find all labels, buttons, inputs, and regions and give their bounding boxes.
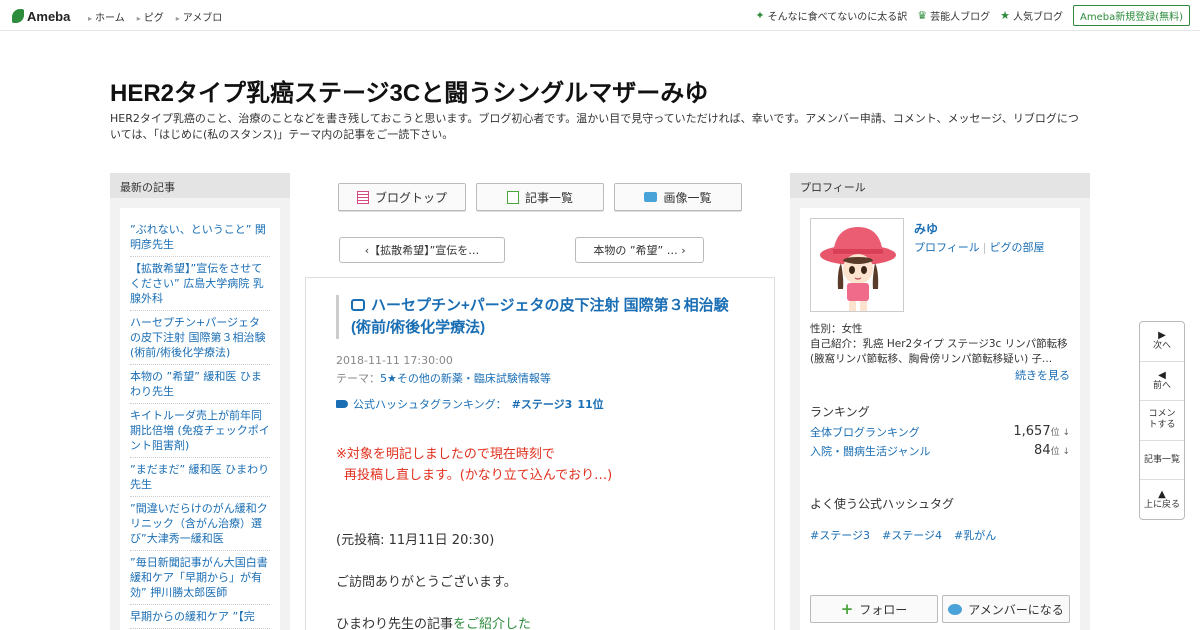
list-item[interactable]: 【拡散希望】”宣伝をさせてください” 広島大学病院 乳腺外科 [130,257,270,311]
profile-info: 性別：女性 自己紹介：乳癌 Her2タイプ ステージ3c リンパ節転移 (腋窩リ… [810,322,1070,367]
arrow-up-icon: ▲ [1158,489,1166,501]
nav-pigg[interactable]: ピグ [137,9,164,24]
profile-heading: プロフィール [790,173,1090,198]
hashtag-heading: よく使う公式ハッシュタグ [810,497,955,511]
intro-link[interactable]: をご紹介した [453,617,531,630]
article-list-icon [506,190,519,204]
article: ハーセプチン+パージェタの皮下注射 国際第３相治験(術前/術後化学療法) 201… [305,277,775,630]
nav-ameblo[interactable]: アメブロ [176,9,223,24]
blog-title[interactable]: HER2タイプ乳癌ステージ3Cと闘うシングルマザーみゆ [110,73,708,108]
theme-link[interactable]: 5★その他の新薬・臨床試験情報等 [380,372,551,385]
header-link-diet[interactable]: ✦ そんなに食べてないのに太る訳 [755,8,907,23]
ameba-logo[interactable]: Ameba [12,6,70,26]
latest-articles-list: ”ぶれない、ということ” 関明彦先生 【拡散希望】”宣伝をさせてください” 広島… [120,208,280,630]
list-item[interactable]: 本物の ”希望” 緩和医 ひまわり先生 [130,365,270,404]
follow-button[interactable]: + フォロー [810,595,938,623]
ranking-row: 入院・闘病生活ジャンル 84位 ↓ [810,443,1070,459]
ranking-row: 全体ブログランキング 1,657位 ↓ [810,424,1070,440]
prev-button[interactable]: ◀ 前へ [1140,362,1184,402]
next-article-button[interactable]: 本物の ”希望” … › [575,237,704,263]
ranking-value: 1,657 [1013,424,1051,439]
hashtag-list: #ステージ3 #ステージ4 #乳がん [810,527,996,543]
arrow-right-icon: ▶ [1158,330,1166,342]
prev-article-button[interactable]: ‹【拡散希望】”宣伝を… [339,237,505,263]
sparkle-icon: ✦ [755,9,765,22]
pigg-room-link[interactable]: ピグの部屋 [990,241,1045,254]
tab-blog-top[interactable]: ブログトップ [338,183,466,211]
chat-bubble-icon [948,603,963,615]
nav-home[interactable]: ホーム [88,9,125,24]
crown-icon: ♛ [917,9,928,22]
hashtag-ranking[interactable]: 公式ハッシュタグランキング： #ステージ3 11位 [336,396,604,412]
intro-text: ひまわり先生の記事をご紹介した [336,617,532,630]
global-header: Ameba ホーム ピグ アメブロ ✦ そんなに食べてないのに太る訳 ♛ 芸能人… [0,0,1200,31]
star-icon: ★ [1000,9,1010,22]
next-button[interactable]: ▶ 次へ [1140,322,1184,362]
hashtag-item[interactable]: #乳がん [954,527,996,543]
article-title[interactable]: ハーセプチン+パージェタの皮下注射 国際第３相治験(術前/術後化学療法) [336,295,736,339]
list-item[interactable]: ”間違いだらけのがん緩和クリニック（含がん治療）選び”大津秀一緩和医 [130,497,270,551]
original-post-time: (元投稿: 11月11日 20:30) [336,533,495,548]
tab-image-list[interactable]: 画像一覧 [614,183,742,211]
avatar[interactable] [810,218,904,312]
register-button[interactable]: Ameba新規登録(無料) [1072,5,1190,26]
list-item[interactable]: ハーセプチン+パージェタの皮下注射 国際第３相治験(術前/術後化学療法) [130,311,270,365]
image-list-icon [644,192,658,202]
read-more-link[interactable]: 続きを見る [1015,367,1070,383]
ameba-leaf-icon [12,9,24,23]
tab-article-list[interactable]: 記事一覧 [476,183,604,211]
article-list-button[interactable]: 記事一覧 [1140,441,1184,481]
profile-link[interactable]: プロフィール [914,241,980,254]
comment-button[interactable]: コメントする [1140,401,1184,441]
tag-icon [336,400,348,408]
header-link-celebrity[interactable]: ♛ 芸能人ブログ [917,8,990,23]
profile-links: プロフィール | ピグの部屋 [914,241,1045,254]
profile-gender: 性別：女性 [810,323,863,335]
logo-text: Ameba [27,8,71,24]
floating-nav: ▶ 次へ ◀ 前へ コメントする 記事一覧 ▲ 上に戻る [1139,321,1185,520]
plus-icon: + [840,600,854,618]
avatar-illustration [820,227,896,311]
profile-name[interactable]: みゆ [914,220,938,237]
article-theme: テーマ：5★その他の新薬・臨床試験情報等 [336,372,551,385]
ranking-value: 84 [1034,443,1051,458]
ranking-heading: ランキング [810,405,870,419]
profile-bio: 自己紹介：乳癌 Her2タイプ ステージ3c リンパ節転移 (腋窩リンパ節転移、… [810,338,1068,365]
hashtag-rank: 11位 [577,398,604,411]
header-link-popular[interactable]: ★ 人気ブログ [1000,8,1063,23]
greeting-text: ご訪問ありがとうございます。 [336,575,517,590]
overall-ranking-link[interactable]: 全体ブログランキング [810,424,920,440]
list-item[interactable]: 早期からの緩和ケア ”【完 [130,605,270,629]
article-date: 2018-11-11 17:30:00 [336,354,453,367]
profile-box: みゆ プロフィール | ピグの部屋 性別：女性 自己紹介：乳癌 Her2タイプ ステ… [800,208,1080,630]
hashtag-item[interactable]: #ステージ3 [810,527,870,543]
list-item[interactable]: ”ぶれない、ということ” 関明彦先生 [130,218,270,257]
sidebar-profile: プロフィール みゆ プロフィール | ピグの部屋 性別：女性 自己紹介：乳癌 H… [790,173,1090,630]
sidebar-heading: 最新の記事 [110,173,290,198]
back-to-top-button[interactable]: ▲ 上に戻る [1140,480,1184,520]
list-item[interactable]: キイトルーダ売上が前年同期比倍増 (免疫チェックポイント阻害剤) [130,404,270,458]
blog-tabs: ブログトップ 記事一覧 画像一覧 [338,183,742,211]
repost-notice: ※対象を明記しましたので現在時刻で 再投稿し直します。(かなり立て込んでおり…) [336,447,613,483]
sidebar-latest-articles: 最新の記事 ”ぶれない、ということ” 関明彦先生 【拡散希望】”宣伝をさせてくだ… [110,173,290,630]
arrow-left-icon: ◀ [1158,369,1166,381]
global-nav: ホーム ピグ アメブロ [88,9,222,24]
blog-top-icon [356,190,369,204]
become-member-button[interactable]: アメンバーになる [942,595,1070,623]
genre-ranking-link[interactable]: 入院・闘病生活ジャンル [810,443,930,459]
reblog-icon [351,299,365,311]
blog-description: HER2タイプ乳癌のこと、治療のことなどを書き残しておこうと思います。ブログ初心… [110,112,1079,141]
list-item[interactable]: ”毎日新聞記事がん大国白書 緩和ケア「早期から」が有効” 押川勝太郎医師 [130,551,270,605]
list-item[interactable]: ”まだまだ” 緩和医 ひまわり先生 [130,458,270,497]
header-right: ✦ そんなに食べてないのに太る訳 ♛ 芸能人ブログ ★ 人気ブログ Ameba新… [755,5,1190,26]
hashtag-item[interactable]: #ステージ4 [882,527,942,543]
hashtag-link[interactable]: #ステージ3 [512,396,573,412]
